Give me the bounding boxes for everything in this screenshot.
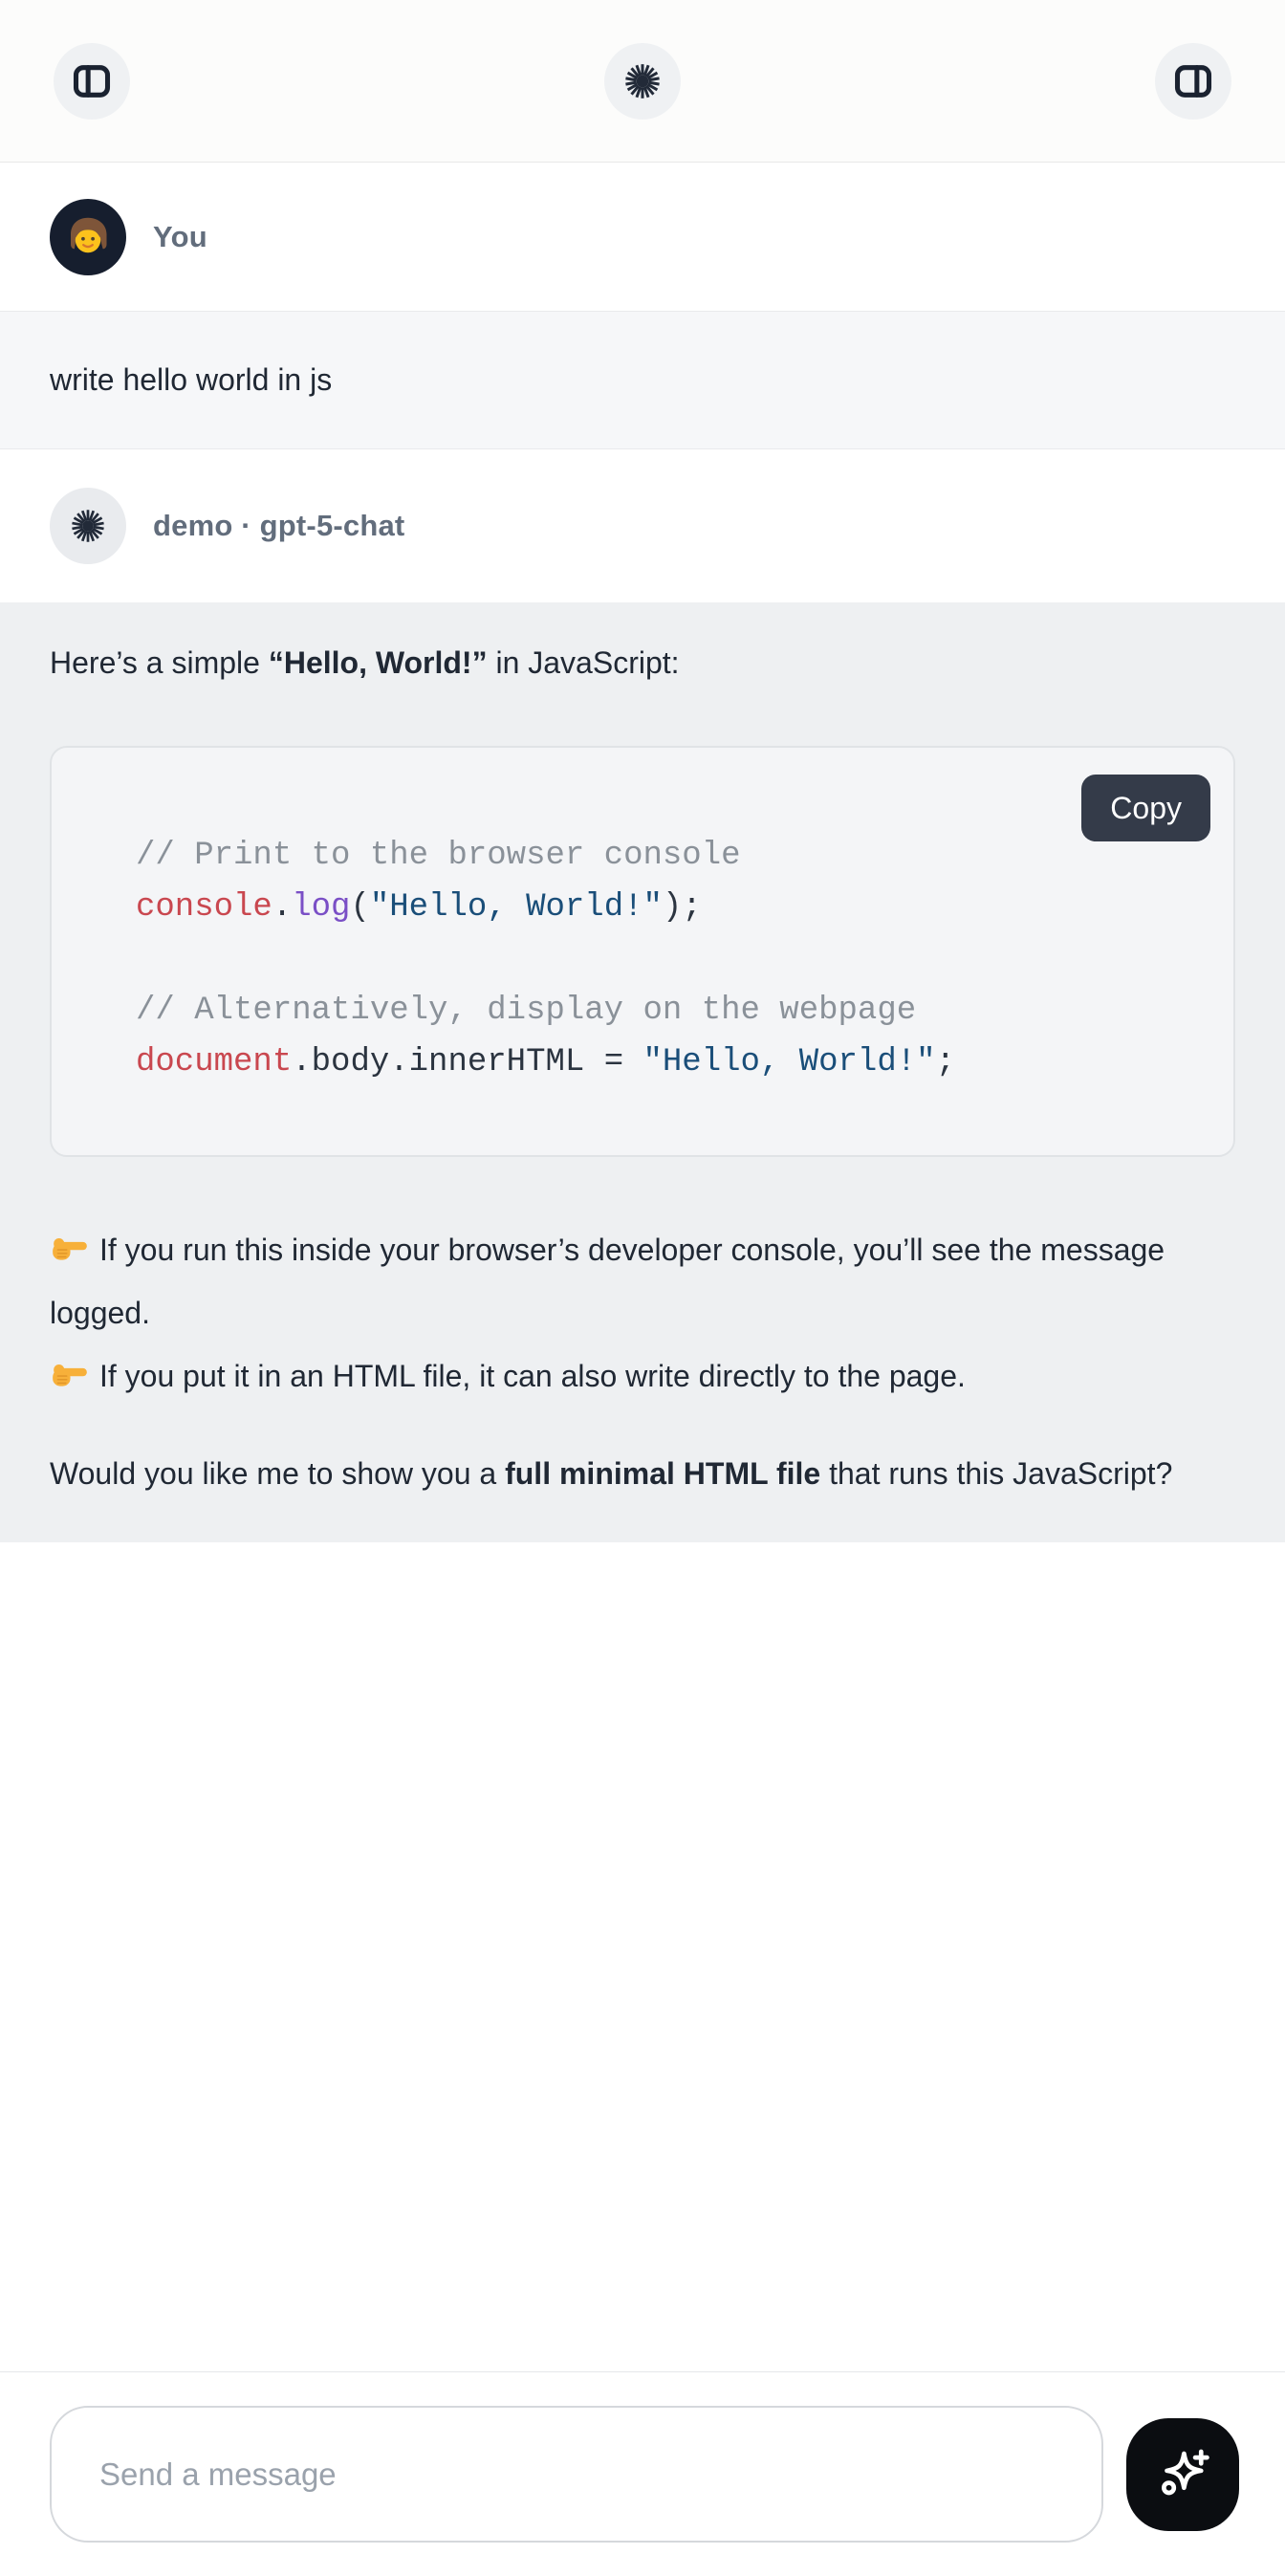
assistant-intro-text: Here’s a simple “Hello, World!” in JavaS… [50, 631, 1235, 694]
intro-after: in JavaScript: [488, 645, 680, 680]
code-block: Copy // Print to the browser console cons… [50, 746, 1235, 1157]
code-token: ; [936, 1044, 955, 1081]
pointing-right-icon [50, 1228, 90, 1268]
intro-bold: “Hello, World!” [269, 645, 488, 680]
panel-right-icon [1172, 60, 1214, 102]
code-token: .body.innerHTML = [292, 1044, 642, 1081]
user-avatar [50, 199, 126, 275]
tip-line: If you put it in an HTML file, it can al… [50, 1344, 1235, 1408]
starburst-icon [68, 506, 108, 546]
sparkle-icon [1151, 2443, 1214, 2506]
tip-line: If you run this inside your browser’s de… [50, 1218, 1235, 1344]
assistant-outro-text: Would you like me to show you a full min… [50, 1442, 1235, 1505]
chat-app: You write hello world in js demo · gpt-5… [0, 0, 1285, 2576]
user-message-header: You [0, 163, 1285, 311]
code-content: // Print to the browser console console.l… [136, 830, 1195, 1088]
code-comment: // Print to the browser console [136, 838, 741, 874]
top-bar [0, 0, 1285, 163]
outro-after: that runs this JavaScript? [820, 1456, 1172, 1491]
assistant-message-header: demo · gpt-5-chat [0, 449, 1285, 602]
code-token: console [136, 889, 272, 926]
outro-before: Would you like me to show you a [50, 1456, 505, 1491]
assistant-tips: If you run this inside your browser’s de… [50, 1218, 1235, 1408]
outro-bold: full minimal HTML file [505, 1456, 820, 1491]
panel-left-icon [71, 60, 113, 102]
assistant-avatar [50, 488, 126, 564]
person-emoji-icon [59, 208, 117, 266]
assistant-message-bubble: Here’s a simple “Hello, World!” in JavaS… [0, 602, 1285, 1542]
code-token: . [272, 889, 292, 926]
chat-scroll-area[interactable] [0, 1542, 1285, 2371]
assistant-model-label: demo · gpt-5-chat [153, 509, 404, 543]
composer-bar [0, 2371, 1285, 2576]
code-token: ( [350, 889, 369, 926]
tip-text: If you put it in an HTML file, it can al… [99, 1359, 966, 1393]
user-message-text: write hello world in js [50, 362, 332, 398]
code-comment: // Alternatively, display on the webpage [136, 993, 916, 1029]
message-input[interactable] [50, 2406, 1103, 2543]
starburst-icon [621, 59, 664, 103]
right-panel-toggle-button[interactable] [1155, 43, 1231, 120]
sidebar-toggle-button[interactable] [54, 43, 130, 120]
model-home-button[interactable] [604, 43, 681, 120]
code-token: "Hello, World!" [643, 1044, 936, 1081]
tip-text: If you run this inside your browser’s de… [50, 1233, 1165, 1330]
send-button[interactable] [1126, 2418, 1239, 2531]
code-token: ); [663, 889, 702, 926]
user-message-bubble: write hello world in js [0, 311, 1285, 449]
user-name-label: You [153, 220, 207, 254]
pointing-right-icon [50, 1354, 90, 1394]
copy-button[interactable]: Copy [1081, 775, 1210, 841]
code-token: document [136, 1044, 292, 1081]
intro-before: Here’s a simple [50, 645, 269, 680]
code-token: log [292, 889, 350, 926]
code-token: "Hello, World!" [370, 889, 663, 926]
